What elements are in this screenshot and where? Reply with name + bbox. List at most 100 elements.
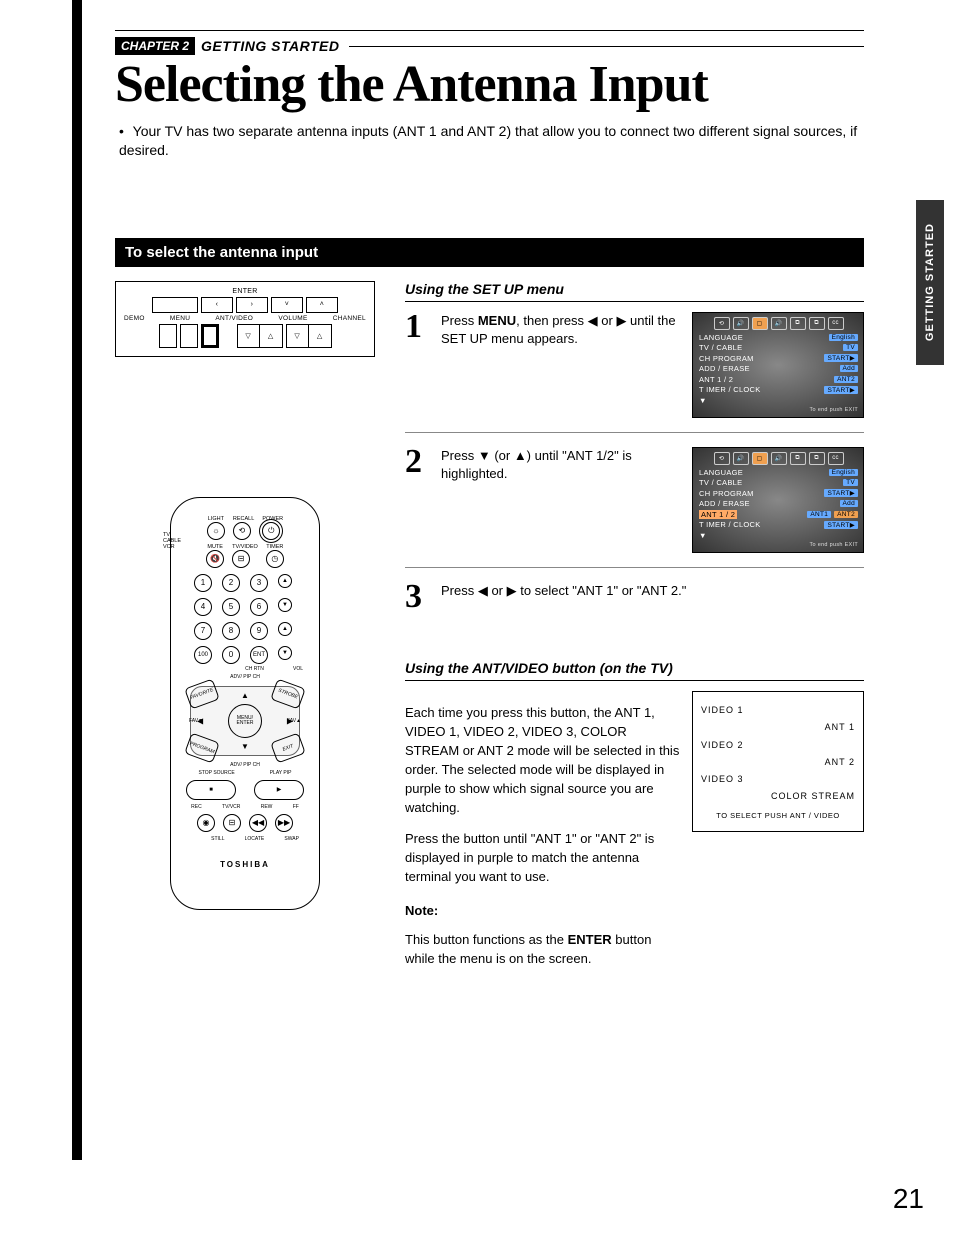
note-heading: Note:: [405, 903, 680, 918]
fav-down-label: FAV▼: [189, 718, 203, 724]
antvideo-para2: Press the button until "ANT 1" or "ANT 2…: [405, 830, 680, 887]
corner-exit: EXIT: [270, 732, 306, 763]
remote-illustration: TV CABLE VCR LIGHT☼ RECALL⟲ POWER⏻ MUTE🔇…: [170, 497, 320, 910]
lbl-still: STILL: [211, 836, 224, 842]
r-power-lbl: POWER: [262, 516, 283, 522]
osd-v: ANT1: [807, 511, 831, 518]
osd-v: START▶: [824, 521, 858, 529]
num-1: 1: [194, 574, 212, 592]
mute-button: 🔇: [206, 550, 224, 568]
page-title: Selecting the Antenna Input: [115, 55, 864, 114]
num-8: 8: [222, 622, 240, 640]
step-2-num: 2: [405, 447, 429, 478]
rs-vcr: VCR: [163, 544, 170, 550]
osd-v: Add: [840, 365, 858, 372]
r-light-lbl: LIGHT: [207, 516, 225, 522]
bullet-icon: •: [119, 122, 129, 141]
lbl-stopsource: STOP SOURCE: [199, 770, 235, 776]
tp-channel-label: CHANNEL: [333, 315, 366, 322]
tp-volume-label: VOLUME: [278, 315, 307, 322]
ch-down: ▼: [278, 598, 292, 612]
left-margin-bar: [72, 0, 82, 1160]
osd-l: T IMER / CLOCK: [699, 385, 761, 394]
tv-button-panel-illustration: ENTER ‹ › ˅ ˄ DEMO MENU ANT/VIDEO VOLUME…: [115, 281, 375, 357]
num-5: 5: [222, 598, 240, 616]
osd-v: ANT2: [834, 376, 858, 383]
tp-channel-rocker: ▽△: [286, 324, 332, 348]
lbl-locate: LOCATE: [245, 836, 265, 842]
rocker-up-icon: ▲: [241, 691, 249, 700]
osd-l: T IMER / CLOCK: [699, 520, 761, 529]
num-9: 9: [250, 622, 268, 640]
osd-icon: cc: [828, 317, 844, 330]
rocker-top-label: ADV/ PIP CH: [181, 674, 309, 680]
lbl-rec: REC: [191, 804, 202, 810]
rs-cable: CABLE: [163, 538, 170, 544]
osd-l: TV / CABLE: [699, 478, 742, 487]
osd-arrow: ▼: [699, 396, 858, 405]
light-button: ☼: [207, 522, 225, 540]
recall-button: ⟲: [233, 522, 251, 540]
osd-screenshot-1: ⟲🔊▢🔊⧉⧉cc LANGUAGEEnglish TV / CABLETV CH…: [692, 312, 864, 418]
osd-footer: To end push EXIT: [699, 407, 858, 413]
step-2-text: Press ▼ (or ▲) until "ANT 1/2" is highli…: [441, 447, 682, 483]
osd-icon: ▢: [752, 317, 768, 330]
antvideo-row: Each time you press this button, the ANT…: [405, 691, 864, 981]
num-0: 0: [222, 646, 240, 664]
step-1-text: Press MENU, then press ◀ or ▶ until the …: [441, 312, 682, 348]
step-3-text: Press ◀ or ▶ to select "ANT 1" or "ANT 2…: [441, 582, 686, 600]
section-side-tab: GETTING STARTED: [916, 200, 944, 365]
chrtn-label: CH RTN: [245, 666, 264, 672]
osd-icon: ⧉: [809, 317, 825, 330]
osd-l: ADD / ERASE: [699, 364, 750, 373]
r-mute-lbl: MUTE: [206, 544, 224, 550]
osd-v: English: [829, 469, 858, 476]
osd-arrow: ▼: [699, 531, 858, 540]
s1-a: Press: [441, 313, 478, 328]
r-tvvideo-lbl: TV/VIDEO: [232, 544, 258, 550]
power-button: ⏻: [262, 522, 280, 540]
video-list-panel: VIDEO 1 ANT 1 VIDEO 2 ANT 2 VIDEO 3 COLO…: [692, 691, 864, 832]
num-6: 6: [250, 598, 268, 616]
remote-brand: TOSHIBA: [181, 860, 309, 869]
vp-r: ANT 1: [825, 719, 855, 736]
osd-v: English: [829, 334, 858, 341]
osd-l: LANGUAGE: [699, 468, 743, 477]
osd-v: TV: [843, 479, 858, 486]
osd-icon: ⟲: [714, 317, 730, 330]
nb-a: This button functions as the: [405, 932, 568, 947]
tp-demo-btn: [159, 324, 177, 348]
lbl-tvvcr: TV/VCR: [222, 804, 240, 810]
osd-l: TV / CABLE: [699, 343, 742, 352]
remote-rocker: FAVORITE STROBE PROGRAM EXIT ▲ ▼ ◀ ▶ MEN…: [190, 686, 300, 756]
vp-l: VIDEO 3: [701, 771, 744, 788]
vol-down: ▼: [278, 646, 292, 660]
osd-l-hl: ANT 1 / 2: [699, 510, 737, 519]
stop-button: ■: [186, 780, 236, 800]
step-2-row: 2 Press ▼ (or ▲) until "ANT 1/2" is high…: [405, 447, 864, 568]
osd-l: ADD / ERASE: [699, 499, 750, 508]
num-2: 2: [222, 574, 240, 592]
note-body: This button functions as the ENTER butto…: [405, 931, 680, 969]
r-timer-lbl: TIMER: [266, 544, 284, 550]
nb-b: ENTER: [568, 932, 612, 947]
ff-button: ▶▶: [275, 814, 293, 832]
fav-up-label: FAV▲: [287, 718, 301, 724]
timer-button: ◷: [266, 550, 284, 568]
antvideo-para1: Each time you press this button, the ANT…: [405, 704, 680, 817]
r-recall-lbl: RECALL: [233, 516, 254, 522]
tp-btn-dummy: [152, 297, 198, 313]
section-bar: To select the antenna input: [115, 238, 864, 267]
intro-text: Your TV has two separate antenna inputs …: [119, 123, 857, 158]
osd-icon: ▢: [752, 452, 768, 465]
chapter-line: [349, 46, 864, 47]
tp-volume-rocker: ▽△: [237, 324, 283, 348]
tp-demo-label: DEMO: [124, 315, 145, 322]
osd-v: START▶: [824, 354, 858, 362]
rew-button: ◀◀: [249, 814, 267, 832]
step-3-num: 3: [405, 582, 429, 613]
tp-enter-label: ENTER: [232, 288, 257, 295]
osd-v: TV: [843, 344, 858, 351]
page-number: 21: [893, 1183, 924, 1215]
s1-b: MENU: [478, 313, 516, 328]
